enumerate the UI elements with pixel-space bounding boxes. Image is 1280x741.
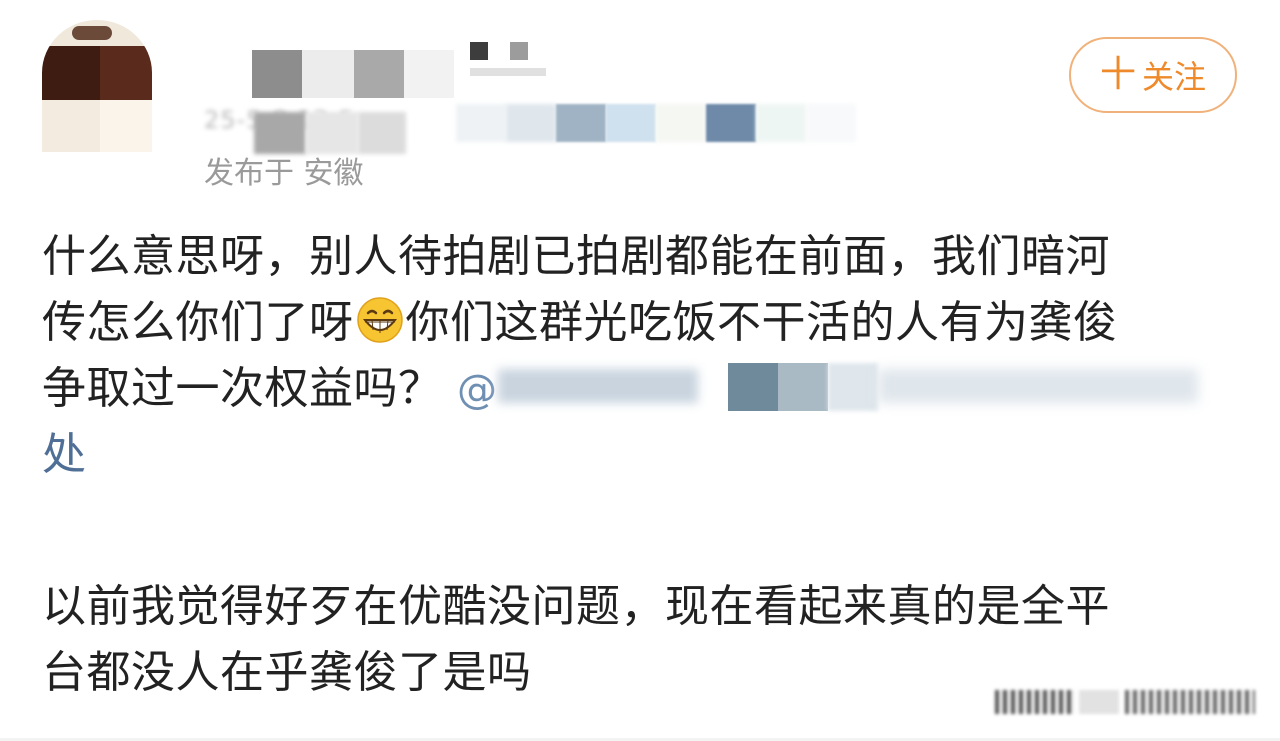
post-line: 什么意思呀，别人待拍剧已拍剧都能在前面，我们暗河 [42, 231, 1110, 282]
mention-at-symbol[interactable]: @ [457, 367, 498, 413]
post-line-text: 争取过一次权益吗？ [42, 363, 443, 414]
mention-tail[interactable]: 处 [42, 422, 1218, 488]
avatar[interactable] [42, 20, 152, 152]
post-line: 传怎么你们了呀 你们这群光吃饭不干活的人有为龚俊 [42, 290, 1218, 356]
plus-icon: 十 [1099, 54, 1136, 95]
post-line: 台都没人在乎龚俊了是吗 [42, 647, 532, 698]
follow-label: 关注 [1142, 58, 1207, 96]
follow-button[interactable]: 十 关注 [1069, 37, 1237, 113]
post-line-text: 传怎么你们了呀 [42, 297, 354, 348]
grinning-face-with-teeth-emoji [356, 297, 403, 343]
post-paragraph-1: 什么意思呀，别人待拍剧已拍剧都能在前面，我们暗河 传怎么你们了呀 你们这群光吃饭… [42, 224, 1218, 488]
post-location: 发布于 安徽 [204, 156, 364, 191]
post-paragraph-2: 以前我觉得好歹在优酷没问题，现在看起来真的是全平 台都没人在乎龚俊了是吗 [42, 574, 1110, 706]
post-line: 争取过一次权益吗？ @ [42, 356, 1218, 422]
mention-redacted[interactable] [497, 361, 1218, 411]
watermark-redacted [995, 686, 1257, 720]
post-line-text: 你们这群光吃饭不干活的人有为龚俊 [405, 297, 1118, 348]
post-line: 以前我觉得好歹在优酷没问题，现在看起来真的是全平 [42, 581, 1110, 632]
